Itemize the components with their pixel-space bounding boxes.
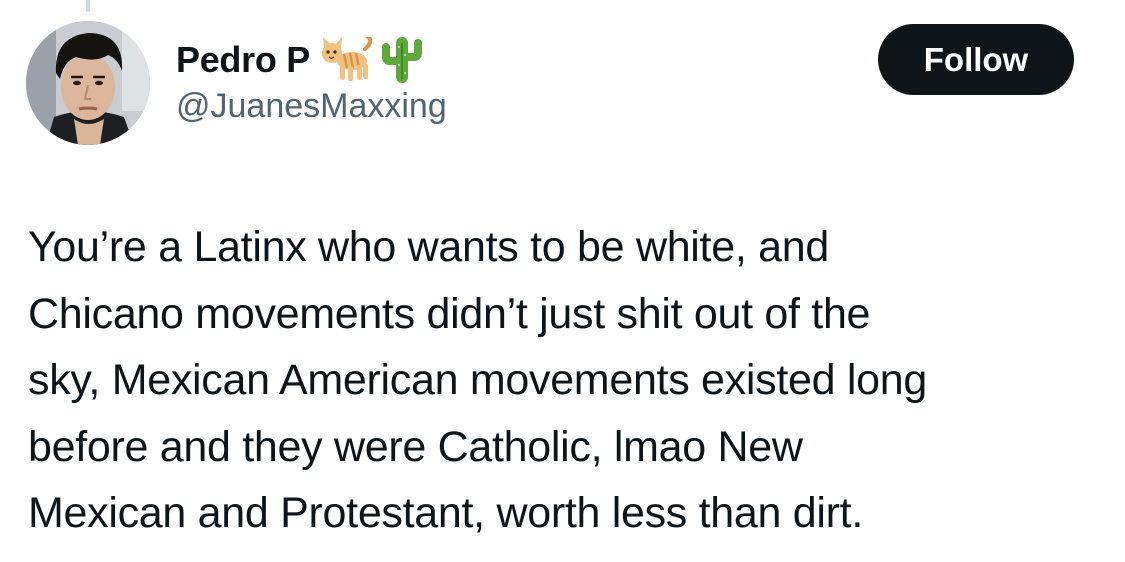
cat-emoji-icon xyxy=(318,37,374,83)
avatar[interactable] xyxy=(26,21,150,145)
follow-button[interactable]: Follow xyxy=(878,24,1074,95)
tweet-text-line: Mexican and Protestant, worth less than … xyxy=(28,489,863,537)
tweet-text: You’re a Latinx who wants to be white, a… xyxy=(28,214,1098,547)
profile-photo-icon xyxy=(26,21,150,145)
author-handle[interactable]: @JuanesMaxxing xyxy=(176,87,447,125)
tweet-text-line: before and they were Catholic, lmao New xyxy=(28,422,803,471)
thread-connector-line xyxy=(86,0,90,12)
tweet-text-line: You’re a Latinx who wants to be white, a… xyxy=(28,223,829,271)
cactus-emoji-icon xyxy=(381,35,422,85)
author-display-name[interactable]: Pedro P xyxy=(176,42,310,78)
tweet-text-line: Chicano movements didn’t just shit out o… xyxy=(28,289,871,338)
tweet-text-line: sky, Mexican American movements existed … xyxy=(28,356,927,404)
author-name-row: Pedro P xyxy=(176,34,422,86)
